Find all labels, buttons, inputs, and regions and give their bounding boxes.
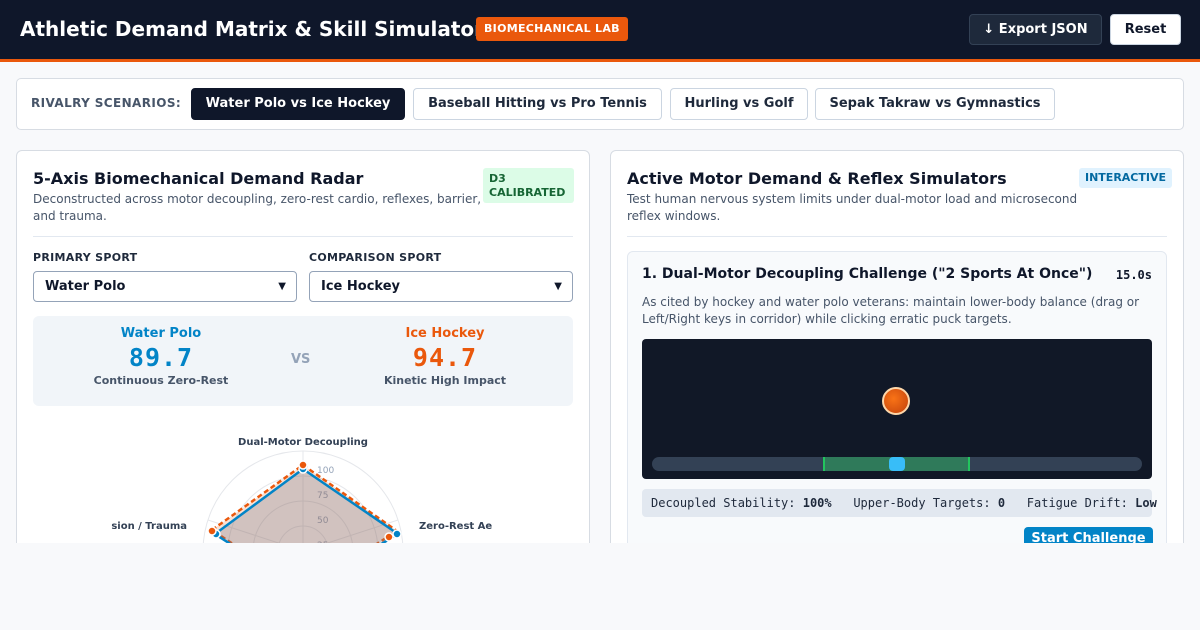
- comparison-sport-value: Ice Hockey: [321, 279, 400, 294]
- primary-score-card: Water Polo 89.7 Continuous Zero-Rest: [61, 326, 261, 387]
- app-title: Athletic Demand Matrix & Skill Simulator: [20, 17, 484, 41]
- interactive-badge: INTERACTIVE: [1079, 168, 1172, 188]
- export-json-button[interactable]: ↓ Export JSON: [969, 14, 1102, 45]
- divider: [627, 236, 1167, 237]
- page-background: [0, 543, 1200, 630]
- primary-point-right: [392, 529, 402, 539]
- targets-label: Upper-Body Targets:: [853, 496, 991, 510]
- rivalry-scenarios-bar: RIVALRY SCENARIOS: Water Polo vs Ice Hoc…: [16, 78, 1184, 130]
- scenario-chip-baseball-vs-tennis[interactable]: Baseball Hitting vs Pro Tennis: [413, 88, 662, 120]
- scenario-chip-sepak-takraw-vs-gymnastics[interactable]: Sepak Takraw vs Gymnastics: [815, 88, 1055, 120]
- comparison-sport-name: Ice Hockey: [405, 326, 485, 341]
- puck-target[interactable]: [882, 387, 910, 415]
- scenario-chip-water-polo-vs-ice-hockey[interactable]: Water Polo vs Ice Hockey: [191, 88, 405, 120]
- stability-value: 100%: [802, 496, 832, 510]
- challenge-timer: 15.0s: [1115, 268, 1152, 282]
- comparison-point-left: [207, 526, 217, 536]
- primary-sport-score: 89.7: [128, 343, 194, 372]
- d3-calibrated-badge: D3 CALIBRATED: [483, 168, 574, 203]
- radar-panel: 5-Axis Biomechanical Demand Radar Decons…: [16, 150, 590, 570]
- vs-label: VS: [291, 352, 311, 367]
- scenario-chip-hurling-vs-golf[interactable]: Hurling vs Golf: [670, 88, 808, 120]
- score-comparison: Water Polo 89.7 Continuous Zero-Rest VS …: [33, 316, 573, 406]
- simulator-panel-title: Active Motor Demand & Reflex Simulators: [627, 169, 1007, 188]
- chevron-down-icon: ▼: [278, 281, 286, 292]
- primary-sport-tag: Continuous Zero-Rest: [93, 374, 229, 387]
- balance-handle[interactable]: [889, 457, 905, 471]
- chevron-down-icon: ▼: [554, 281, 562, 292]
- fatigue-value: Low: [1135, 496, 1157, 510]
- top-bar: Athletic Demand Matrix & Skill Simulator…: [0, 0, 1200, 62]
- comparison-sport-score: 94.7: [412, 343, 478, 372]
- radar-tick-100: 100: [317, 466, 334, 476]
- fatigue-label: Fatigue Drift:: [1026, 496, 1128, 510]
- radar-axis-label-left: sion / Trauma: [111, 521, 187, 532]
- primary-sport-select[interactable]: Water Polo ▼: [33, 271, 297, 302]
- primary-sport-label: PRIMARY SPORT: [33, 251, 138, 264]
- lab-badge: BIOMECHANICAL LAB: [476, 17, 628, 41]
- divider: [33, 236, 573, 237]
- simulator-panel-subtitle: Test human nervous system limits under d…: [627, 192, 1078, 223]
- radar-axis-label-top: Dual-Motor Decoupling: [238, 437, 368, 448]
- challenge-arena[interactable]: [642, 339, 1152, 479]
- comparison-sport-tag: Kinetic High Impact: [383, 374, 507, 387]
- radar-panel-subtitle: Deconstructed across motor decoupling, z…: [33, 192, 482, 223]
- challenge-title: 1. Dual-Motor Decoupling Challenge ("2 S…: [642, 266, 1093, 282]
- comparison-point-right: [384, 532, 394, 542]
- balance-corridor[interactable]: [652, 457, 1142, 471]
- comparison-point-top: [298, 460, 308, 470]
- comparison-score-card: Ice Hockey 94.7 Kinetic High Impact: [345, 326, 545, 387]
- comparison-sport-label: COMPARISON SPORT: [309, 251, 442, 264]
- radar-axis-label-right: Zero-Rest Ae: [419, 521, 492, 532]
- challenge-description: As cited by hockey and water polo vetera…: [642, 295, 1140, 326]
- targets-value: 0: [997, 496, 1006, 510]
- rivalry-scenarios-label: RIVALRY SCENARIOS:: [31, 96, 182, 110]
- primary-sport-name: Water Polo: [120, 326, 202, 341]
- challenge-stats: Decoupled Stability: 100% Upper-Body Tar…: [642, 489, 1157, 517]
- radar-panel-title: 5-Axis Biomechanical Demand Radar: [33, 169, 364, 188]
- comparison-sport-select[interactable]: Ice Hockey ▼: [309, 271, 573, 302]
- simulator-panel: Active Motor Demand & Reflex Simulators …: [610, 150, 1184, 570]
- dual-motor-challenge-card: 1. Dual-Motor Decoupling Challenge ("2 S…: [627, 251, 1167, 569]
- reset-button[interactable]: Reset: [1110, 14, 1181, 45]
- stability-label: Decoupled Stability:: [651, 496, 796, 510]
- primary-sport-value: Water Polo: [45, 279, 126, 294]
